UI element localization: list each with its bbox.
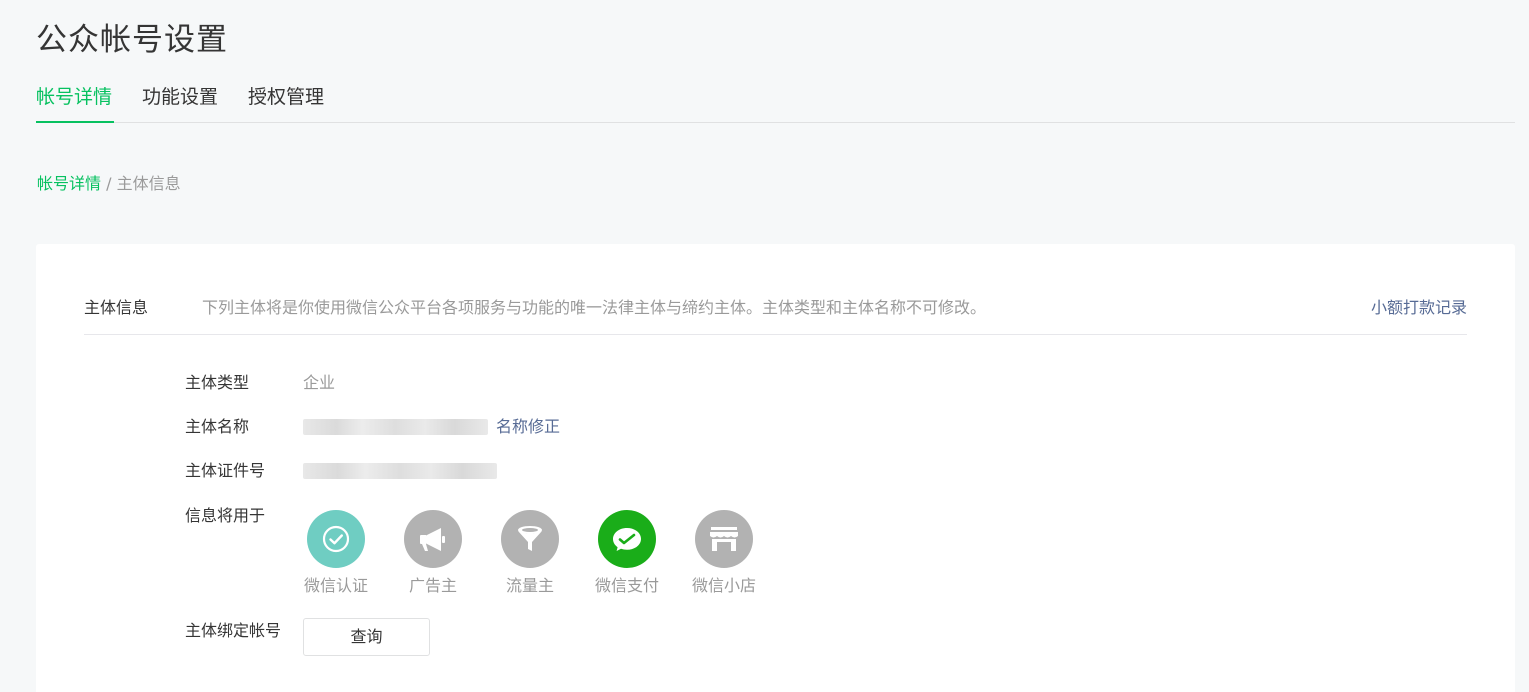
usage-label: 信息将用于 <box>185 506 266 525</box>
tab-authorization-management[interactable]: 授权管理 <box>248 84 324 123</box>
entity-cert-redacted <box>303 463 497 479</box>
usage-item-traffic-owner: 流量主 <box>493 510 567 597</box>
entity-name-label: 主体名称 <box>185 417 250 436</box>
section-title: 主体信息 <box>84 298 149 317</box>
entity-type-label: 主体类型 <box>185 373 250 392</box>
store-icon <box>695 510 753 568</box>
breadcrumb-separator: / <box>101 174 117 193</box>
page: 公众帐号设置 帐号详情 功能设置 授权管理 帐号详情 / 主体信息 主体信息 下… <box>0 0 1529 692</box>
bound-accounts-label: 主体绑定帐号 <box>185 621 282 640</box>
entity-cert-label: 主体证件号 <box>185 461 266 480</box>
usage-item-wechat-store: 微信小店 <box>687 510 761 597</box>
payment-records-link[interactable]: 小额打款记录 <box>1371 294 1467 318</box>
usage-label-wechat-verification: 微信认证 <box>303 576 368 595</box>
query-button[interactable]: 查询 <box>303 618 430 656</box>
usage-label-traffic-owner: 流量主 <box>505 576 554 595</box>
check-icon <box>307 510 365 568</box>
breadcrumb: 帐号详情 / 主体信息 <box>37 173 181 195</box>
usage-item-wechat-pay: 微信支付 <box>590 510 664 597</box>
usage-label-advertiser: 广告主 <box>408 576 457 595</box>
tab-bar: 帐号详情 功能设置 授权管理 <box>36 84 1515 123</box>
entity-name-redacted <box>303 419 488 435</box>
page-title: 公众帐号设置 <box>36 22 228 58</box>
section-header: 主体信息 下列主体将是你使用微信公众平台各项服务与功能的唯一法律主体与缔约主体。… <box>84 284 1467 335</box>
entity-info-card: 主体信息 下列主体将是你使用微信公众平台各项服务与功能的唯一法律主体与缔约主体。… <box>36 244 1515 692</box>
usage-item-wechat-verification: 微信认证 <box>299 510 373 597</box>
tab-feature-settings[interactable]: 功能设置 <box>142 84 218 123</box>
name-correction-link[interactable]: 名称修正 <box>496 416 560 438</box>
usage-item-advertiser: 广告主 <box>396 510 470 597</box>
wechat-pay-icon <box>598 510 656 568</box>
funnel-icon <box>501 510 559 568</box>
megaphone-icon <box>404 510 462 568</box>
breadcrumb-link-account-details[interactable]: 帐号详情 <box>37 174 101 193</box>
section-description: 下列主体将是你使用微信公众平台各项服务与功能的唯一法律主体与缔约主体。主体类型和… <box>202 298 987 317</box>
tab-account-details[interactable]: 帐号详情 <box>36 84 114 123</box>
breadcrumb-current: 主体信息 <box>116 174 181 193</box>
usage-label-wechat-pay: 微信支付 <box>594 576 659 595</box>
usage-label-wechat-store: 微信小店 <box>691 576 756 595</box>
entity-type-value: 企业 <box>303 373 336 392</box>
